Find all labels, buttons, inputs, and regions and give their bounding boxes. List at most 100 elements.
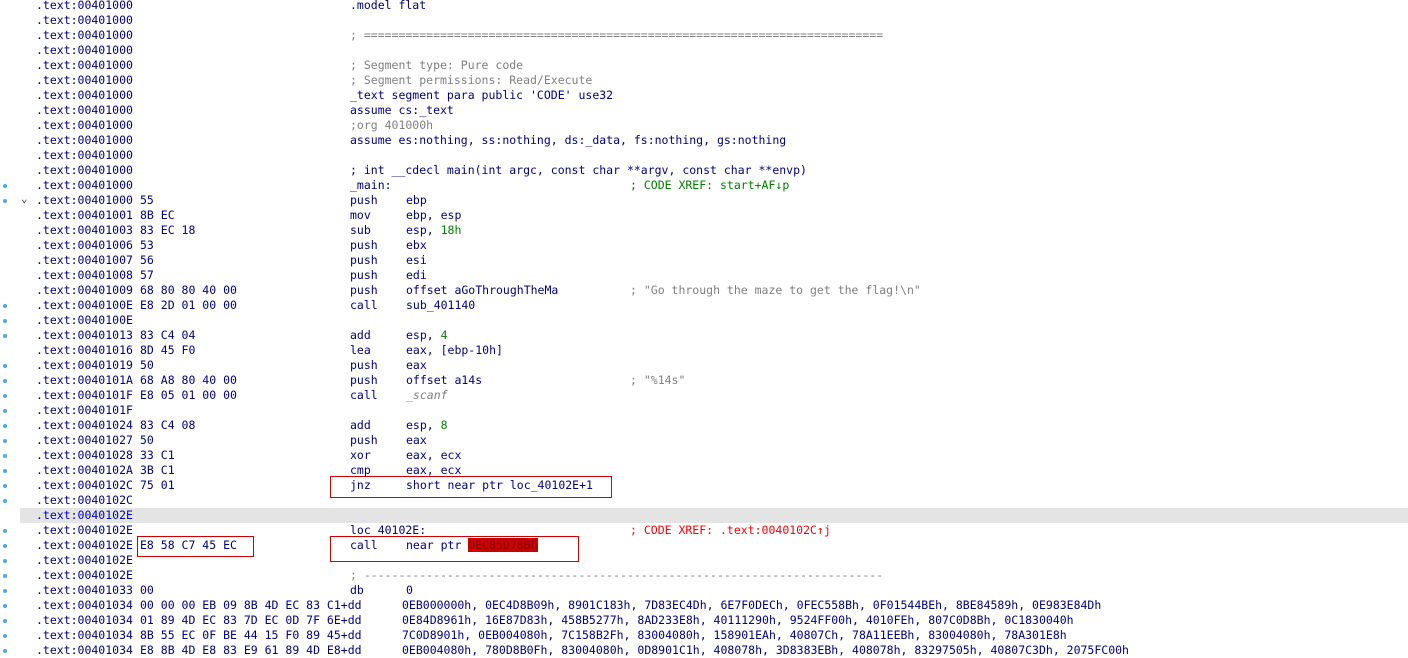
- operand: offset a14s: [406, 373, 482, 388]
- line-address: .text:00401000: [36, 43, 133, 57]
- flow-marker-icon[interactable]: [3, 619, 7, 623]
- listing-line[interactable]: .text:00401000: [20, 43, 1408, 58]
- line-address: .text:00401007: [36, 253, 133, 267]
- dword-values: 0EB004080h, 780D8B0Fh, 83004080h, 0D8901…: [402, 643, 1129, 657]
- mnemonic: call: [350, 298, 378, 312]
- flow-marker-icon[interactable]: [3, 424, 7, 428]
- flow-marker-icon[interactable]: [3, 454, 7, 458]
- flow-marker-icon[interactable]: [3, 184, 7, 188]
- operand: esp, 18h: [406, 223, 461, 238]
- jnz-highlight-box: [330, 476, 612, 498]
- listing-text: .model flat: [350, 0, 427, 12]
- listing-line[interactable]: .text:00401000 _text segment para public …: [20, 88, 1408, 103]
- listing-line[interactable]: .text:00401000 ; int __cdecl main(int arg…: [20, 163, 1408, 178]
- listing-line[interactable]: .text:0040102C 75 01 jnz short near ptr loc…: [20, 478, 1408, 493]
- listing-line[interactable]: .text:00401034 01 89 4D EC 83 7D EC 0D 7F…: [20, 613, 1408, 628]
- listing-line[interactable]: .text:00401024 83 C4 08 add esp, 8: [20, 418, 1408, 433]
- listing-line[interactable]: .text:0040102A 3B C1 cmp eax, ecx: [20, 463, 1408, 478]
- opcode-bytes: 8B 55 EC 0F BE 44 15 F0 89 45+dd: [140, 628, 362, 642]
- listing-line[interactable]: .text:00401000 ;org 401000h: [20, 118, 1408, 133]
- flow-marker-icon[interactable]: [3, 394, 7, 398]
- listing-line[interactable]: .text:00401000 assume cs:_text: [20, 103, 1408, 118]
- listing-line[interactable]: .text:0040102C: [20, 493, 1408, 508]
- flow-marker-icon[interactable]: [3, 409, 7, 413]
- listing-line[interactable]: .text:00401016 8D 45 F0 lea eax, [ebp-10h]: [20, 343, 1408, 358]
- listing-line[interactable]: .text:00401019 50 push eax: [20, 358, 1408, 373]
- listing-line[interactable]: .text:00401003 83 EC 18 sub esp, 18h: [20, 223, 1408, 238]
- listing-line[interactable]: .text:00401000 _main: ; CODE XREF: start+A…: [20, 178, 1408, 193]
- listing-line[interactable]: .text:00401008 57 push edi: [20, 268, 1408, 283]
- listing-line[interactable]: .text:00401000: [20, 148, 1408, 163]
- operand: sub_401140: [406, 298, 475, 313]
- flow-marker-icon[interactable]: [3, 319, 7, 323]
- operand-text: esp,: [406, 223, 441, 237]
- flow-marker-icon[interactable]: [3, 499, 7, 503]
- mnemonic: push: [350, 358, 378, 372]
- operand: ebp: [406, 193, 427, 208]
- listing-line[interactable]: .text:00401034 00 00 00 EB 09 8B 4D EC 83…: [20, 598, 1408, 613]
- listing-line[interactable]: .text:00401000 assume es:nothing, ss:noth…: [20, 133, 1408, 148]
- opcode-bytes: E8 2D 01 00 00: [140, 298, 237, 312]
- breakpoint-gutter[interactable]: [0, 0, 20, 656]
- listing-line[interactable]: .text:00401033 00 db 0: [20, 583, 1408, 598]
- flow-marker-icon[interactable]: [3, 439, 7, 443]
- operand: eax: [406, 433, 427, 448]
- flow-marker-icon[interactable]: [3, 604, 7, 608]
- listing-line[interactable]: .text:00401000 .model flat: [20, 0, 1408, 13]
- bytes-highlight-box: [137, 536, 254, 557]
- flow-marker-icon[interactable]: [3, 379, 7, 383]
- line-address: .text:00401000: [36, 13, 133, 27]
- opcode-bytes: 57: [140, 268, 154, 282]
- data-dwords: 0EB000000h, 0EC4D8B09h, 8901C183h, 7D83E…: [402, 598, 1101, 613]
- listing-line[interactable]: .text:00401000: [20, 13, 1408, 28]
- operand-text: esi: [406, 253, 427, 267]
- flow-marker-icon[interactable]: [3, 469, 7, 473]
- listing-line[interactable]: .text:00401013 83 C4 04 add esp, 4: [20, 328, 1408, 343]
- flow-marker-icon[interactable]: [3, 334, 7, 338]
- flow-marker-icon[interactable]: [3, 544, 7, 548]
- listing-line[interactable]: .text:0040100E: [20, 313, 1408, 328]
- operand-text: esp,: [406, 328, 441, 342]
- listing-line[interactable]: .text:0040100E E8 2D 01 00 00 call sub_4011…: [20, 298, 1408, 313]
- flow-marker-icon[interactable]: [3, 484, 7, 488]
- listing-line[interactable]: .text:00401009 68 80 80 40 00 push offset a…: [20, 283, 1408, 298]
- line-address: .text:00401003: [36, 223, 133, 237]
- line-address: .text:00401034: [36, 628, 133, 642]
- data-dwords: 0E84D8961h, 16E87D83h, 458B5277h, 8AD233…: [402, 613, 1074, 628]
- listing-line[interactable]: .text:0040101A 68 A8 80 40 00 push offset a…: [20, 373, 1408, 388]
- listing-line[interactable]: .text:00401034 8B 55 EC 0F BE 44 15 F0 89…: [20, 628, 1408, 643]
- line-address: .text:0040101F: [36, 403, 133, 417]
- listing-line[interactable]: .text:00401000 55 push ebp: [20, 193, 1408, 208]
- line-address: .text:00401034: [36, 613, 133, 627]
- line-address: .text:0040102C: [36, 478, 133, 492]
- flow-marker-icon[interactable]: [3, 559, 7, 563]
- line-address: .text:0040102E: [36, 538, 133, 552]
- flow-marker-icon[interactable]: [3, 529, 7, 533]
- listing-line[interactable]: .text:00401007 56 push esi: [20, 253, 1408, 268]
- listing-line[interactable]: .text:0040102E: [20, 508, 1408, 523]
- listing-line[interactable]: .text:00401028 33 C1 xor eax, ecx: [20, 448, 1408, 463]
- listing-line[interactable]: .text:00401000 ; ========================…: [20, 28, 1408, 43]
- listing-line[interactable]: .text:00401027 50 push eax: [20, 433, 1408, 448]
- operand-text: eax, ecx: [406, 448, 462, 462]
- listing-line[interactable]: .text:00401001 8B EC mov ebp, esp: [20, 208, 1408, 223]
- listing-line[interactable]: .text:00401000 ; Segment type: Pure code: [20, 58, 1408, 73]
- listing-line[interactable]: .text:0040101F E8 05 01 00 00 call _scanf: [20, 388, 1408, 403]
- line-address: .text:00401008: [36, 268, 133, 282]
- flow-marker-icon[interactable]: [3, 364, 7, 368]
- flow-marker-icon[interactable]: [3, 649, 7, 653]
- flow-marker-icon[interactable]: [3, 574, 7, 578]
- listing-line[interactable]: .text:00401000 ; Segment permissions: Rea…: [20, 73, 1408, 88]
- operand: ebx: [406, 238, 427, 253]
- mnemonic: mov: [350, 208, 371, 222]
- listing-line[interactable]: .text:0040101F: [20, 403, 1408, 418]
- listing-line[interactable]: .text:00401006 53 push ebx: [20, 238, 1408, 253]
- operand: eax, [ebp-10h]: [406, 343, 503, 358]
- flow-marker-icon[interactable]: [3, 634, 7, 638]
- listing-line[interactable]: .text:0040102E ; ------------------------…: [20, 568, 1408, 583]
- line-address: .text:00401000: [36, 163, 133, 177]
- flow-marker-icon[interactable]: [3, 199, 7, 203]
- line-address: .text:0040101F: [36, 388, 133, 402]
- flow-marker-icon[interactable]: [3, 589, 7, 593]
- flow-marker-icon[interactable]: [3, 304, 7, 308]
